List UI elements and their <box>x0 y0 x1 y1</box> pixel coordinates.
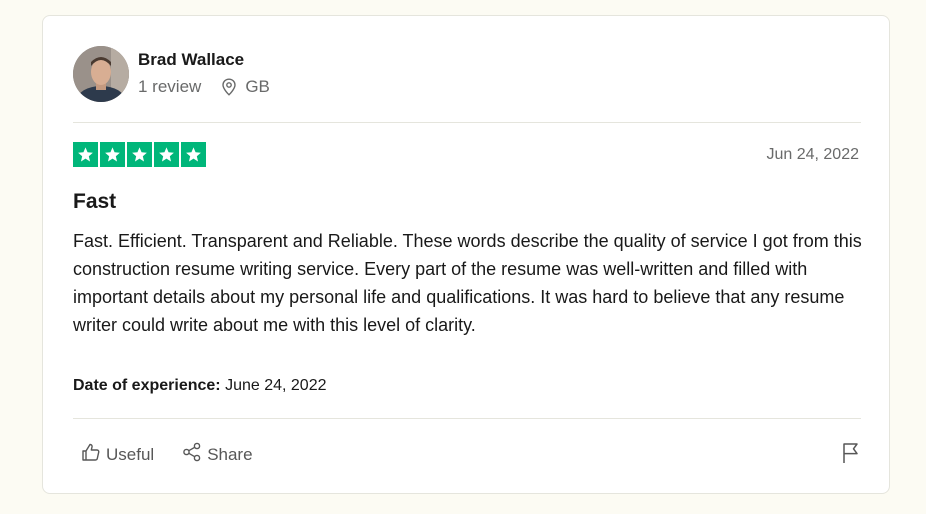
review-count: 1 review <box>138 77 202 96</box>
review-date: Jun 24, 2022 <box>766 146 859 163</box>
review-card: Brad Wallace 1 review GB Jun 24, 2022 Fa… <box>42 15 890 494</box>
review-title[interactable]: Fast <box>73 190 116 214</box>
avatar-photo <box>73 46 129 102</box>
star-icon <box>127 142 152 167</box>
review-actions: Useful Share <box>81 442 253 467</box>
star-icon <box>100 142 125 167</box>
experience-date: June 24, 2022 <box>225 377 327 394</box>
flag-icon <box>841 443 861 468</box>
date-of-experience: Date of experience: June 24, 2022 <box>73 377 326 395</box>
star-icon <box>181 142 206 167</box>
experience-label: Date of experience: <box>73 377 221 394</box>
star-icon <box>154 142 179 167</box>
star-rating <box>73 142 206 167</box>
divider <box>73 122 861 123</box>
review-body: Fast. Efficient. Transparent and Reliabl… <box>73 231 862 335</box>
divider <box>73 418 861 419</box>
avatar[interactable] <box>73 46 129 102</box>
share-icon <box>182 442 202 467</box>
star-icon <box>73 142 98 167</box>
location-pin-icon <box>221 78 237 96</box>
useful-label: Useful <box>106 444 155 464</box>
reviewer-name[interactable]: Brad Wallace <box>138 50 244 70</box>
share-button[interactable]: Share <box>182 442 253 467</box>
flag-button[interactable] <box>841 442 861 469</box>
share-label: Share <box>207 444 253 464</box>
thumbs-up-icon <box>81 442 101 467</box>
reviewer-country: GB <box>245 77 270 96</box>
useful-button[interactable]: Useful <box>81 442 154 467</box>
reviewer-meta: 1 review GB <box>138 77 270 97</box>
